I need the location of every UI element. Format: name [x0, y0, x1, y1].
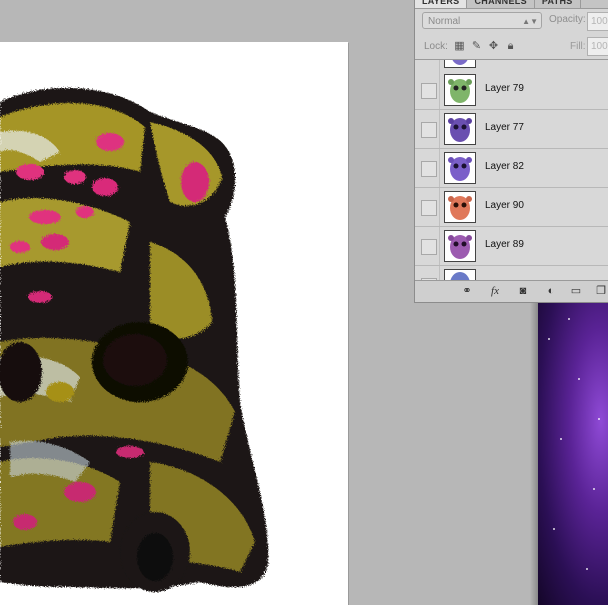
layers-panel-footer: ⚭ fx ◙ ◐ ▭ ❐	[415, 280, 608, 302]
blend-mode-select[interactable]: Normal ▲▼	[422, 12, 542, 29]
painted-bear-artwork	[0, 88, 269, 592]
star	[578, 378, 580, 380]
layer-row-79[interactable]: Layer 79	[415, 71, 608, 110]
mask-icon[interactable]: ◙	[515, 284, 531, 299]
star	[553, 528, 555, 530]
blend-options-row: Normal ▲▼ Opacity: 100%	[415, 9, 608, 33]
row-divider	[439, 71, 440, 109]
layer-thumbnail	[444, 152, 476, 184]
layer-thumbnail	[444, 74, 476, 106]
layers-panel: LAYERS CHANNELS PATHS Normal ▲▼ Opacity:…	[414, 0, 608, 303]
opacity-input[interactable]: 100%	[587, 12, 608, 31]
tab-layers[interactable]: LAYERS	[415, 0, 468, 8]
row-divider	[439, 266, 440, 281]
lock-transparent-pixels-icon[interactable]: ▦	[453, 40, 466, 53]
layer-row-82[interactable]: Layer 82	[415, 149, 608, 188]
fill-label: Fill:	[570, 41, 586, 52]
opacity-label: Opacity:	[549, 14, 586, 25]
layer-row-90[interactable]: Layer 90	[415, 188, 608, 227]
star	[586, 568, 588, 570]
layer-thumbnail	[444, 113, 476, 145]
layer-name[interactable]: Layer 82	[485, 161, 524, 172]
layer-row-89[interactable]: Layer 89	[415, 227, 608, 266]
visibility-toggle[interactable]	[421, 122, 437, 138]
lock-position-icon[interactable]: ✥	[487, 40, 500, 53]
row-divider	[439, 110, 440, 148]
row-divider	[439, 60, 440, 71]
blend-mode-value: Normal	[428, 16, 461, 27]
star	[548, 338, 550, 340]
star	[560, 438, 562, 440]
layer-row-77[interactable]: Layer 77	[415, 110, 608, 149]
layer-name[interactable]: Layer 79	[485, 83, 524, 94]
panel-tabs: LAYERS CHANNELS PATHS	[415, 0, 608, 9]
visibility-toggle[interactable]	[421, 200, 437, 216]
row-divider	[439, 188, 440, 226]
star	[598, 418, 600, 420]
visibility-toggle[interactable]	[421, 161, 437, 177]
row-divider	[439, 227, 440, 265]
layer-name[interactable]: Layer 90	[485, 200, 524, 211]
adjustment-icon[interactable]: ◐	[543, 284, 559, 299]
fx-icon[interactable]: fx	[487, 284, 503, 299]
link-icon[interactable]: ⚭	[459, 284, 475, 299]
row-divider	[439, 149, 440, 187]
visibility-toggle[interactable]	[421, 83, 437, 99]
tab-paths[interactable]: PATHS	[535, 0, 581, 8]
layer-thumbnail	[444, 230, 476, 262]
lock-label: Lock:	[424, 41, 448, 52]
fill-input[interactable]: 100%	[587, 37, 608, 56]
layer-row[interactable]	[415, 266, 608, 281]
star	[593, 488, 595, 490]
canvas-workspace: LAYERS CHANNELS PATHS Normal ▲▼ Opacity:…	[0, 0, 608, 605]
layer-thumbnail	[444, 191, 476, 223]
layer-thumbnail	[444, 60, 476, 68]
layer-name[interactable]: Layer 77	[485, 122, 524, 133]
new-layer-icon[interactable]: ❐	[593, 284, 608, 299]
stepper-arrows-icon: ▲▼	[522, 17, 538, 26]
visibility-toggle[interactable]	[421, 239, 437, 255]
lock-image-pixels-icon[interactable]: ✎	[470, 40, 483, 53]
layer-list: Layer 79 Layer 77 Layer 82 Layer 90 Laye…	[415, 59, 608, 281]
lock-row: Lock: ▦ ✎ ✥ 🔒︎ Fill: 100%	[415, 33, 608, 59]
layer-name[interactable]: Layer 89	[485, 239, 524, 250]
document-shadow	[530, 298, 538, 605]
document-canvas[interactable]	[0, 42, 348, 605]
lock-all-icon[interactable]: 🔒︎	[504, 40, 517, 53]
star	[568, 318, 570, 320]
space-background-document[interactable]	[538, 298, 608, 605]
folder-icon[interactable]: ▭	[568, 284, 584, 299]
tab-channels[interactable]: CHANNELS	[467, 0, 535, 8]
